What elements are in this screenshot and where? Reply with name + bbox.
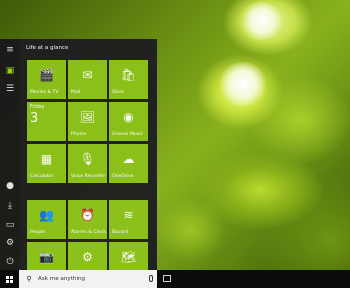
tile-label: Alarms & Clock (71, 230, 106, 236)
start-button[interactable] (0, 270, 19, 288)
music-disc-icon: ◉ (123, 110, 134, 124)
people-icon: 👥 (39, 208, 54, 222)
taskbar: ⚲ Ask me anything (0, 270, 350, 288)
tile-mail[interactable]: ✉ Mail (68, 60, 107, 99)
calculator-icon: ▦ (40, 152, 53, 166)
tile-onedrive[interactable]: ☁ OneDrive (109, 144, 148, 183)
settings-gear-icon[interactable]: ⚙ (3, 236, 17, 250)
microphone-icon[interactable] (149, 275, 153, 282)
tile-groove-music[interactable]: ◉ Groove Music (109, 102, 148, 141)
search-icon: ⚲ (26, 275, 32, 283)
microphone-icon: 🎙 (79, 152, 96, 166)
wallpaper-flower-middle (218, 62, 268, 106)
tile-store[interactable]: 🛍 Store (109, 60, 148, 99)
tile-people[interactable]: 👥 People (27, 200, 66, 239)
tile-label: OneDrive (112, 174, 134, 180)
tile-label: Voice Recorder (71, 174, 106, 180)
tile-bacord[interactable]: ≋ Bacord (109, 200, 148, 239)
tile-movies-tv[interactable]: 🎬 Movies & TV (27, 60, 66, 99)
file-explorer-icon[interactable]: ▭ (3, 218, 17, 232)
windows-logo-icon (6, 275, 13, 283)
wallpaper-flower-top (240, 2, 284, 40)
tile-label: Calculator (30, 174, 54, 180)
tile-voice-recorder[interactable]: 🎙 Voice Recorder (68, 144, 107, 183)
camera-icon: 📷 (39, 250, 54, 264)
tile-alarms-clock[interactable]: ⏰ Alarms & Clock (68, 200, 107, 239)
store-bag-icon: 🛍 (120, 68, 137, 82)
film-icon: 🎬 (39, 68, 54, 82)
tile-label: Mail (71, 90, 81, 96)
calendar-date: 3 (30, 111, 39, 126)
tile-calculator[interactable]: ▦ Calculator (27, 144, 66, 183)
tile-label: Photos (71, 132, 87, 138)
tile-maps[interactable]: 🗺 (109, 242, 148, 270)
tile-label: Movies & TV (30, 90, 59, 96)
cloud-icon: ☁ (122, 152, 135, 166)
cortana-search-box[interactable]: ⚲ Ask me anything (19, 270, 157, 288)
tile-label: Groove Music (112, 132, 144, 138)
wave-lines-icon: ≋ (123, 208, 134, 222)
tile-photos[interactable]: 🖼 Photos (68, 102, 107, 141)
task-view-icon[interactable] (163, 275, 171, 282)
tile-label: Store (112, 90, 125, 96)
life-at-a-glance-heading: Life at a glance (26, 45, 69, 51)
power-icon[interactable]: ⏻ (3, 255, 17, 269)
search-placeholder: Ask me anything (38, 276, 86, 282)
downloads-icon[interactable]: ⤓ (3, 199, 17, 213)
tile-calendar[interactable]: Friday 3 (27, 102, 66, 141)
map-icon: 🗺 (120, 250, 137, 264)
start-left-rail: ≡ ▣ ☰ ● ⤓ ▭ ⚙ ⏻ (0, 39, 20, 270)
tile-settings[interactable]: ⚙ (68, 242, 107, 270)
start-menu: ≡ ▣ ☰ ● ⤓ ▭ ⚙ ⏻ Life at a glance 🎬 Movie… (0, 39, 157, 270)
user-avatar-icon[interactable]: ● (3, 179, 17, 193)
hamburger-menu-icon[interactable]: ≡ (3, 43, 17, 57)
tiles-view-icon[interactable]: ▣ (3, 64, 17, 78)
all-apps-list-icon[interactable]: ☰ (3, 82, 17, 96)
photo-icon: 🖼 (79, 110, 96, 124)
mail-envelope-icon: ✉ (82, 68, 93, 82)
calendar-day: Friday (30, 105, 45, 110)
alarm-clock-icon: ⏰ (80, 208, 95, 222)
gear-icon: ⚙ (82, 250, 93, 264)
tile-label: People (30, 230, 46, 236)
tile-camera[interactable]: 📷 (27, 242, 66, 270)
tile-label: Bacord (112, 230, 129, 236)
